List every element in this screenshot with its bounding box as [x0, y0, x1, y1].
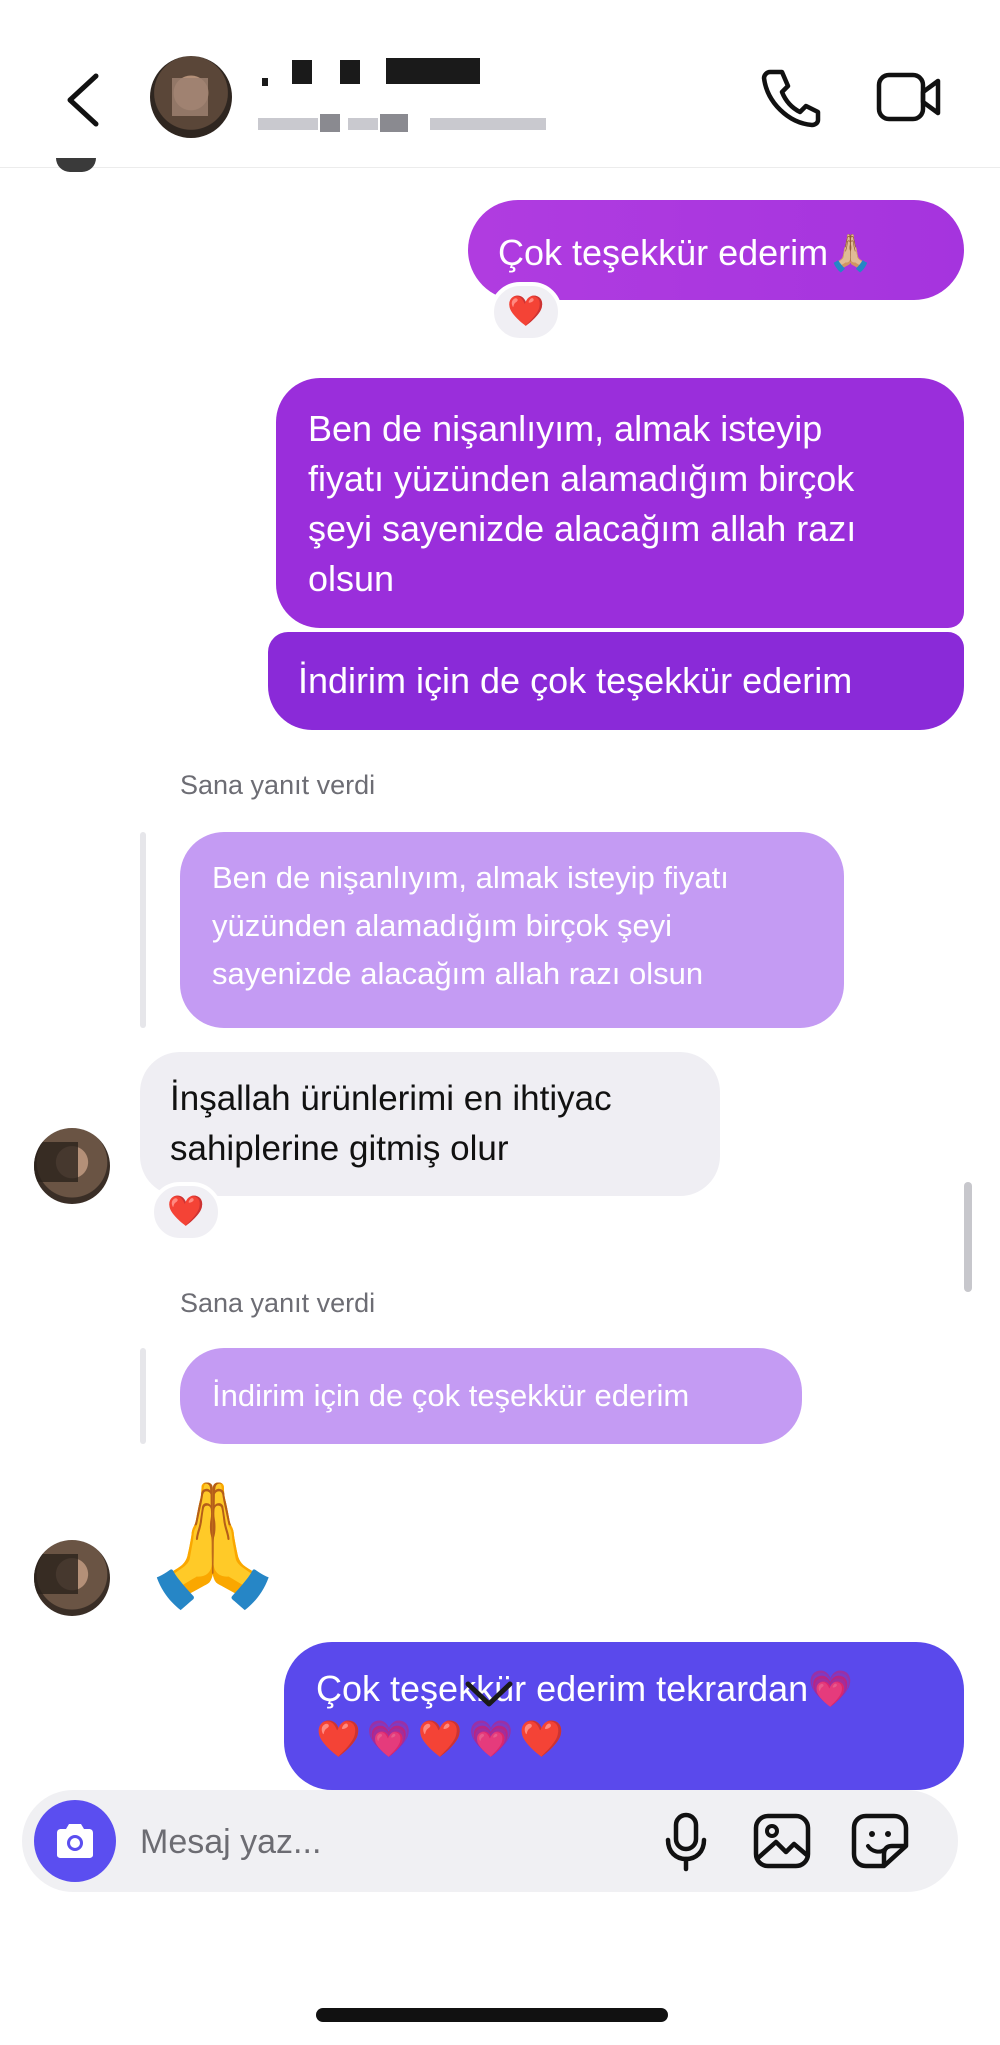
quoted-line: sayenizde alacağım allah razı olsun — [212, 956, 704, 991]
emoji-message[interactable]: 🙏 — [138, 1474, 287, 1614]
name-redaction — [386, 58, 480, 84]
microphone-icon — [665, 1812, 707, 1872]
name-redaction — [340, 60, 360, 84]
outgoing-message[interactable]: Ben de nişanlıyım, almak isteyip fiyatı … — [276, 378, 964, 628]
phone-icon — [761, 69, 821, 128]
image-gallery-icon — [753, 1813, 811, 1869]
message-line: Çok teşekkür ederim tekrardan💗 — [316, 1668, 854, 1709]
scrollbar[interactable] — [964, 1182, 972, 1292]
message-reaction[interactable]: ❤️ — [150, 1182, 222, 1242]
sticker-icon — [851, 1813, 909, 1869]
message-line: fiyatı yüzünden alamadığım birçok — [308, 458, 855, 499]
avatar-blur — [34, 1142, 78, 1182]
message-line: şeyi sayenizde alacağım allah razı — [308, 508, 857, 549]
incoming-message[interactable]: İnşallah ürünlerimi en ihtiyac sahipleri… — [140, 1052, 720, 1196]
scroll-to-bottom-button[interactable] — [462, 1676, 516, 1712]
name-redaction — [262, 78, 268, 86]
message-text: Çok teşekkür ederim🙏🏼 — [498, 232, 873, 273]
status-redaction — [258, 118, 318, 130]
quoted-message[interactable]: Ben de nişanlıyım, almak isteyip fiyatı … — [180, 832, 844, 1028]
message-line: Ben de nişanlıyım, almak isteyip — [308, 408, 823, 449]
camera-button[interactable] — [34, 1800, 116, 1882]
video-camera-icon — [876, 72, 941, 122]
voice-call-button[interactable] — [760, 66, 822, 128]
outgoing-message[interactable]: İndirim için de çok teşekkür ederim — [268, 632, 964, 730]
sender-avatar[interactable] — [34, 1128, 110, 1204]
chevron-left-icon — [67, 73, 99, 127]
quoted-line: Ben de nişanlıyım, almak isteyip fiyatı — [212, 860, 729, 895]
message-line: sahiplerine gitmiş olur — [170, 1129, 509, 1168]
home-indicator[interactable] — [316, 2008, 668, 2022]
quoted-line: İndirim için de çok teşekkür ederim — [212, 1378, 690, 1413]
avatar-blur — [172, 78, 208, 116]
name-redaction — [292, 60, 312, 84]
message-text: İndirim için de çok teşekkür ederim — [298, 660, 853, 701]
chevron-down-icon — [465, 1681, 513, 1707]
message-line: ❤️💗❤️💗❤️ — [316, 1718, 571, 1759]
heart-reaction: ❤️ — [167, 1195, 205, 1228]
avatar-blur — [34, 1554, 78, 1594]
quoted-message[interactable]: İndirim için de çok teşekkür ederim — [180, 1348, 802, 1444]
message-reaction[interactable]: ❤️ — [490, 282, 562, 342]
reply-label: Sana yanıt verdi — [180, 1288, 376, 1318]
chat-header — [0, 0, 1000, 168]
quote-bar — [140, 832, 146, 1028]
outgoing-message[interactable]: Çok teşekkür ederim tekrardan💗 ❤️💗❤️💗❤️ — [284, 1642, 964, 1790]
message-line: olsun — [308, 558, 395, 599]
contact-avatar[interactable] — [150, 56, 232, 138]
gallery-button[interactable] — [752, 1812, 812, 1870]
sticker-button[interactable] — [850, 1812, 910, 1870]
status-redaction — [430, 118, 546, 130]
heart-reaction: ❤️ — [507, 295, 545, 328]
back-button[interactable] — [58, 70, 106, 130]
message-input[interactable] — [140, 1814, 620, 1870]
reply-label: Sana yanıt verdi — [180, 770, 376, 800]
message-line: İnşallah ürünlerimi en ihtiyac — [170, 1079, 612, 1118]
voice-message-button[interactable] — [664, 1812, 708, 1872]
sender-avatar[interactable] — [34, 1540, 110, 1616]
previous-message-edge — [56, 158, 96, 172]
status-redaction — [348, 118, 378, 130]
status-redaction — [320, 114, 340, 132]
status-redaction — [380, 114, 408, 132]
video-call-button[interactable] — [876, 68, 942, 126]
quote-bar — [140, 1348, 146, 1444]
quoted-line: yüzünden alamadığım birçok şeyi — [212, 908, 673, 943]
camera-icon — [57, 1824, 93, 1858]
